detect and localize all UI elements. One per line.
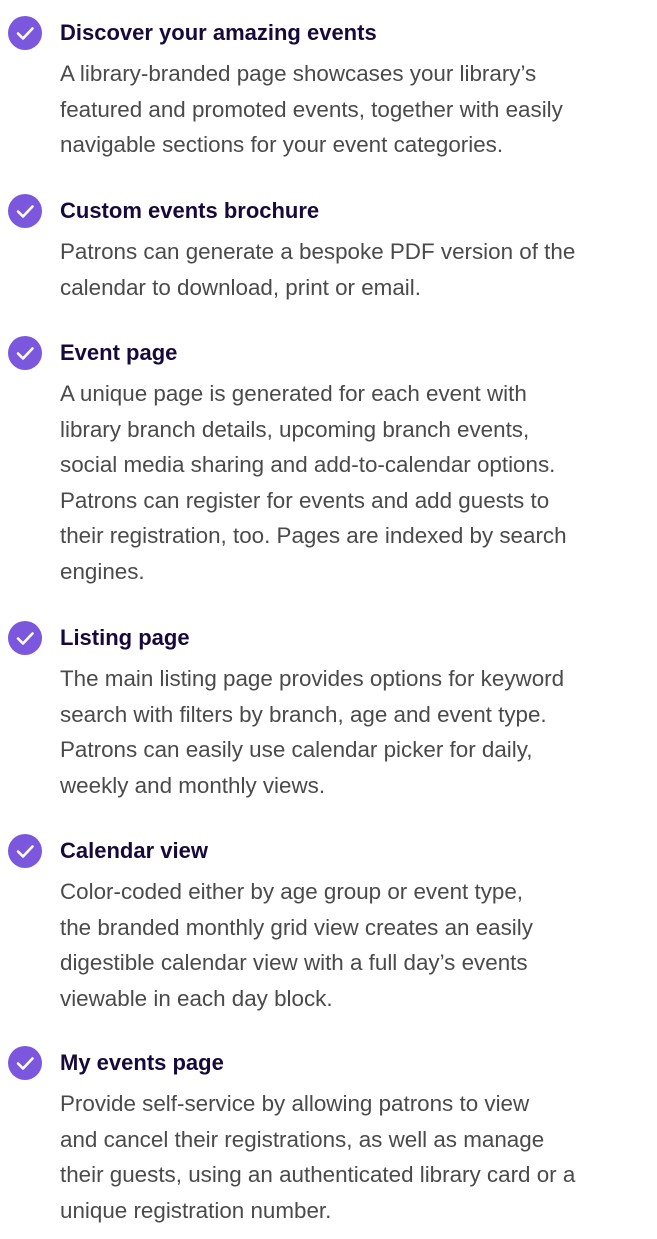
feature-description: Color-coded either by age group or event… [60,874,657,1016]
feature-description: Patrons can generate a bespoke PDF versi… [60,234,657,305]
description-line: A unique page is generated for each even… [60,381,527,406]
description-line: featured and promoted events, together w… [60,96,563,122]
description-line: unique registration number. [60,1197,332,1223]
check-circle-icon [8,16,42,50]
description-line: library branch details, upcoming branch … [60,416,530,442]
description-line: A library-branded page showcases your li… [60,61,537,86]
check-circle-icon [8,621,42,655]
description-line: digestible calendar view with a full day… [60,950,528,975]
feature-description: Provide self-service by allowing patrons… [60,1086,657,1228]
description-line: search with filters by branch, age and e… [60,701,547,727]
description-line: and cancel their registrations, as well … [60,1126,545,1152]
description-line: engines. [60,558,145,584]
check-circle-icon [8,336,42,370]
description-line: their registration, too. Pages are index… [60,523,567,548]
description-line: The main listing page provides options f… [60,666,565,691]
feature-title: Listing page [60,625,190,650]
description-line: Patrons can register for events and add … [60,487,550,513]
description-line: navigable sections for your event catego… [60,132,504,157]
check-circle-icon [8,1046,42,1080]
feature-description: A library-branded page showcases your li… [60,56,657,163]
check-circle-icon [8,194,42,228]
description-line: social media sharing and add-to-calendar… [60,452,556,477]
feature-title: Event page [60,340,178,365]
feature-description: A unique page is generated for each even… [60,376,657,589]
feature-description: The main listing page provides options f… [60,661,657,803]
feature-title: Discover your amazing events [60,20,377,45]
description-line: Color-coded either by age group or event… [60,879,524,904]
feature-title: Calendar view [60,838,208,863]
description-line: weekly and monthly views. [60,772,326,798]
description-line: Patrons can easily use calendar picker f… [60,737,533,762]
description-line: viewable in each day block. [60,985,333,1011]
feature-title: Custom events brochure [60,198,320,223]
description-line: calendar to download, print or email. [60,274,421,300]
feature-title: My events page [60,1050,224,1075]
description-line: the branded monthly grid view creates an… [60,914,533,940]
description-line: Patrons can generate a bespoke PDF versi… [60,239,576,264]
check-circle-icon [8,834,42,868]
description-line: Provide self-service by allowing patrons… [60,1091,530,1116]
description-line: their guests, using an authenticated lib… [60,1162,576,1187]
